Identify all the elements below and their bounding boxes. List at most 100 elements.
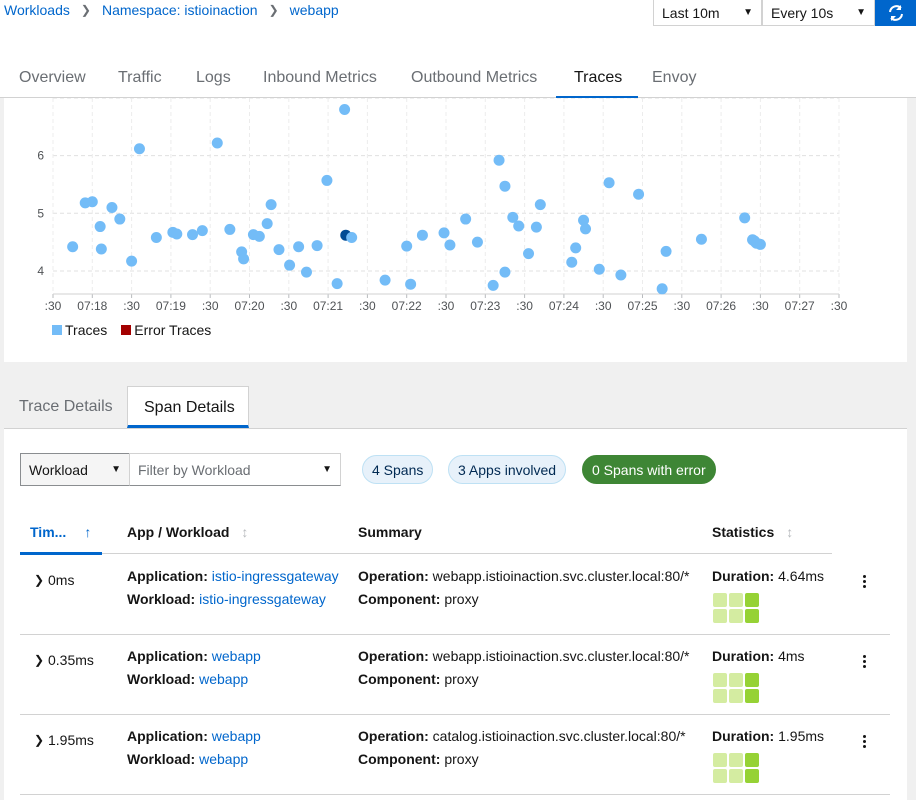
trace-point[interactable]	[405, 278, 417, 290]
workload-label: Workload:	[127, 671, 196, 687]
expand-icon[interactable]: ❯	[34, 733, 44, 747]
trace-point[interactable]	[273, 244, 285, 256]
trace-point[interactable]	[224, 223, 236, 235]
trace-point[interactable]	[460, 213, 472, 225]
tab-trace-details[interactable]: Trace Details	[19, 386, 113, 428]
column-header-time[interactable]: Tim... ↑	[30, 524, 91, 540]
column-header-statistics[interactable]: Statistics ↕	[712, 524, 793, 540]
workload-label: Workload:	[127, 591, 196, 607]
trace-point[interactable]	[284, 259, 296, 271]
trace-point[interactable]	[67, 241, 79, 253]
tab-envoy[interactable]: Envoy	[652, 60, 696, 98]
traces-scatter-chart[interactable]: :30 07:18:30 07:19:30 07:20:30 07:21:30 07:22…	[4, 98, 907, 318]
table-row[interactable]: ❯ 0.35ms Application: webapp Workload: w…	[20, 635, 890, 715]
trace-point[interactable]	[265, 199, 277, 211]
trace-point[interactable]	[438, 227, 450, 239]
trace-point[interactable]	[513, 220, 525, 232]
trace-point[interactable]	[150, 232, 162, 244]
refresh-interval-dropdown[interactable]: Every 10s ▼	[762, 0, 875, 26]
breadcrumb-webapp[interactable]: webapp	[290, 2, 339, 18]
tab-outbound-metrics[interactable]: Outbound Metrics	[411, 60, 537, 98]
application-link[interactable]: istio-ingressgateway	[212, 568, 339, 584]
tab-span-details[interactable]: Span Details	[127, 386, 249, 428]
tab-inbound-metrics[interactable]: Inbound Metrics	[263, 60, 377, 98]
trace-point[interactable]	[126, 255, 138, 267]
refresh-button[interactable]	[875, 0, 916, 26]
trace-point[interactable]	[106, 202, 118, 214]
trace-point[interactable]	[487, 279, 499, 291]
workload-link[interactable]: webapp	[199, 671, 248, 687]
trace-point[interactable]	[346, 232, 358, 244]
trace-point[interactable]	[300, 266, 312, 278]
trace-point[interactable]	[114, 213, 126, 225]
trace-point[interactable]	[603, 177, 615, 189]
column-header-app-workload[interactable]: App / Workload ↕	[127, 524, 248, 540]
trace-point[interactable]	[523, 248, 535, 260]
legend-traces-label: Traces	[65, 322, 108, 338]
duration-heatmap[interactable]	[713, 593, 759, 623]
legend-error-traces[interactable]: Error Traces	[121, 322, 211, 338]
trace-point[interactable]	[133, 143, 145, 155]
tab-logs[interactable]: Logs	[196, 60, 231, 98]
trace-point[interactable]	[416, 229, 428, 241]
trace-point[interactable]	[444, 239, 456, 251]
legend-traces[interactable]: Traces	[52, 322, 107, 338]
trace-point[interactable]	[211, 137, 223, 149]
trace-point[interactable]	[534, 199, 546, 211]
trace-point[interactable]	[401, 240, 413, 252]
trace-point[interactable]	[695, 233, 707, 245]
table-row[interactable]: ❯ 1.95ms Application: webapp Workload: w…	[20, 715, 890, 795]
trace-point[interactable]	[754, 238, 766, 250]
trace-point[interactable]	[656, 283, 668, 295]
trace-point[interactable]	[171, 228, 183, 240]
duration-heatmap[interactable]	[713, 673, 759, 703]
trace-point[interactable]	[499, 180, 511, 192]
tab-traces[interactable]: Traces	[555, 60, 639, 99]
trace-point[interactable]	[187, 229, 199, 241]
trace-point[interactable]	[499, 266, 511, 278]
duration-heatmap[interactable]	[713, 753, 759, 783]
trace-point[interactable]	[471, 236, 483, 248]
trace-point[interactable]	[530, 221, 542, 233]
kebab-menu-icon[interactable]	[863, 735, 867, 750]
expand-icon[interactable]: ❯	[34, 573, 44, 587]
trace-point[interactable]	[311, 240, 323, 252]
trace-point[interactable]	[321, 174, 333, 186]
application-link[interactable]: webapp	[212, 728, 261, 744]
trace-point[interactable]	[739, 212, 751, 224]
workload-link[interactable]: webapp	[199, 751, 248, 767]
trace-point[interactable]	[580, 223, 592, 235]
kebab-menu-icon[interactable]	[863, 575, 867, 590]
trace-point[interactable]	[86, 196, 98, 208]
trace-point[interactable]	[196, 225, 208, 237]
trace-point[interactable]	[633, 188, 645, 200]
trace-point[interactable]	[293, 241, 305, 253]
trace-point[interactable]	[238, 253, 250, 265]
trace-point[interactable]	[660, 245, 672, 257]
table-row[interactable]: ❯ 0ms Application: istio-ingressgateway …	[20, 555, 890, 635]
trace-point[interactable]	[261, 218, 273, 230]
trace-point[interactable]	[339, 104, 351, 116]
chart-legend: Traces Error Traces	[52, 322, 211, 338]
workload-link[interactable]: istio-ingressgateway	[199, 591, 326, 607]
breadcrumb-workloads[interactable]: Workloads	[4, 2, 70, 18]
trace-point[interactable]	[95, 243, 107, 255]
tab-traffic[interactable]: Traffic	[118, 60, 162, 98]
trace-point[interactable]	[570, 242, 582, 254]
filter-type-select[interactable]: Workload ▼	[20, 453, 130, 486]
workload-filter-select[interactable]: Filter by Workload ▼	[129, 453, 341, 486]
trace-point[interactable]	[566, 256, 578, 268]
breadcrumb-namespace[interactable]: Namespace: istioinaction	[102, 2, 258, 18]
trace-point[interactable]	[331, 278, 343, 290]
kebab-menu-icon[interactable]	[863, 655, 867, 670]
trace-point[interactable]	[593, 263, 605, 275]
trace-point[interactable]	[94, 221, 106, 233]
trace-point[interactable]	[253, 230, 265, 242]
trace-point[interactable]	[379, 274, 391, 286]
time-range-dropdown[interactable]: Last 10m ▼	[653, 0, 762, 26]
tab-overview[interactable]: Overview	[19, 60, 86, 98]
trace-point[interactable]	[615, 269, 627, 281]
expand-icon[interactable]: ❯	[34, 653, 44, 667]
trace-point[interactable]	[493, 154, 505, 166]
application-link[interactable]: webapp	[212, 648, 261, 664]
